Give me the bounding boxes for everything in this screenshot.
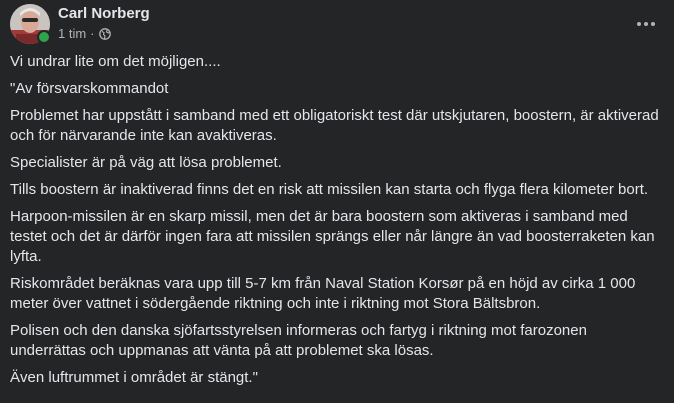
post-paragraph: Även luftrummet i området är stängt." — [10, 369, 258, 386]
post-paragraph: Polisen och den danska sjöfartsstyrelsen… — [10, 322, 587, 359]
meta-separator: · — [90, 26, 95, 41]
post-time[interactable]: 1 tim — [58, 26, 86, 41]
post-body: Vi undrar lite om det möjligen.... "Av f… — [10, 52, 660, 395]
post-paragraph: "Av försvarskommandot — [10, 80, 169, 97]
post-paragraph: Specialister är på väg att lösa probleme… — [10, 154, 282, 171]
post-paragraph: Riskområdet beräknas vara upp till 5-7 k… — [10, 275, 636, 312]
post-paragraph: Harpoon-missilen är en skarp missil, men… — [10, 208, 655, 265]
online-status-indicator — [37, 30, 51, 44]
post-paragraph: Vi undrar lite om det möjligen.... — [10, 53, 221, 70]
more-options-icon — [637, 22, 655, 26]
more-options-button[interactable] — [628, 6, 664, 42]
post-paragraph: Tills boostern är inaktiverad finns det … — [10, 181, 649, 198]
author-name[interactable]: Carl Norberg — [58, 5, 150, 22]
post-header: Carl Norberg 1 tim · — [10, 4, 664, 44]
globe-icon[interactable] — [98, 27, 111, 40]
post-card: Carl Norberg 1 tim · Vi undrar lite om d… — [0, 0, 674, 403]
avatar-container[interactable] — [10, 4, 51, 44]
post-paragraph: Problemet har uppstått i samband med ett… — [10, 107, 659, 144]
post-meta: 1 tim · — [58, 26, 111, 41]
